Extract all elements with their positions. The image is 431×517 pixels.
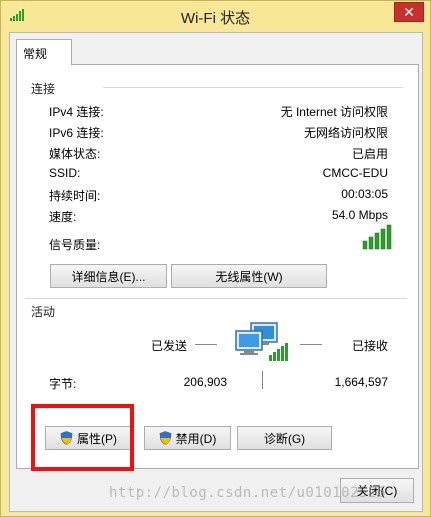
received-label: 已接收 (351, 339, 388, 353)
diagnose-button[interactable]: 诊断(G) (237, 426, 332, 450)
wireless-properties-button-label: 无线属性(W) (215, 269, 283, 284)
ipv4-label: IPv4 连接: (49, 105, 104, 119)
bytes-sent-value: 206,903 (183, 375, 227, 389)
close-window-button[interactable]: ✕ (394, 2, 424, 22)
watermark: http://blog.csdn.net/u010102526 (109, 485, 386, 501)
connection-divider (103, 87, 403, 88)
media-state-label: 媒体状态: (49, 147, 101, 161)
network-computers-icon (235, 322, 288, 361)
bytes-label: 字节: (49, 377, 77, 391)
wireless-properties-button[interactable]: 无线属性(W) (171, 264, 327, 288)
bytes-divider (262, 371, 263, 389)
ssid-label: SSID: (49, 166, 81, 180)
ipv6-label: IPv6 连接: (49, 126, 104, 140)
speed-label: 速度: (49, 210, 77, 224)
duration-label: 持续时间: (49, 189, 101, 203)
speed-value: 54.0 Mbps (331, 208, 388, 222)
close-icon: ✕ (403, 4, 415, 20)
signal-quality-label: 信号质量: (49, 238, 101, 252)
section-separator (25, 298, 407, 299)
disable-button-label: 禁用(D) (175, 431, 217, 446)
details-button[interactable]: 详细信息(E)... (50, 264, 167, 288)
activity-section-label: 活动 (31, 305, 56, 319)
media-state-value: 已启用 (351, 147, 388, 161)
ssid-value: CMCC-EDU (322, 166, 388, 180)
window-title: Wi-Fi 状态 (180, 10, 251, 27)
sent-line (195, 344, 217, 345)
highlight-annotation-box (31, 404, 134, 471)
disable-button[interactable]: 禁用(D) (144, 426, 231, 450)
connection-section-label: 连接 (31, 82, 56, 96)
sent-label: 已发送 (151, 339, 188, 353)
tab-general[interactable]: 常规 (16, 39, 72, 65)
uac-shield-icon (159, 431, 171, 445)
title-bar[interactable]: Wi-Fi 状态 ✕ (1, 1, 430, 31)
duration-value: 00:03:05 (341, 187, 388, 201)
ipv4-value: 无 Internet 访问权限 (280, 105, 388, 119)
received-line (300, 344, 322, 345)
bytes-received-value: 1,664,597 (334, 375, 388, 389)
wifi-status-window: Wi-Fi 状态 ✕ 常规 连接 IPv4 连接: 无 Internet 访问权… (0, 0, 431, 517)
details-button-label: 详细信息(E)... (71, 269, 146, 284)
signal-bars-icon (362, 224, 392, 250)
tab-general-label: 常规 (23, 47, 48, 61)
ipv6-value: 无网络访问权限 (303, 126, 388, 140)
diagnose-button-label: 诊断(G) (263, 431, 306, 446)
